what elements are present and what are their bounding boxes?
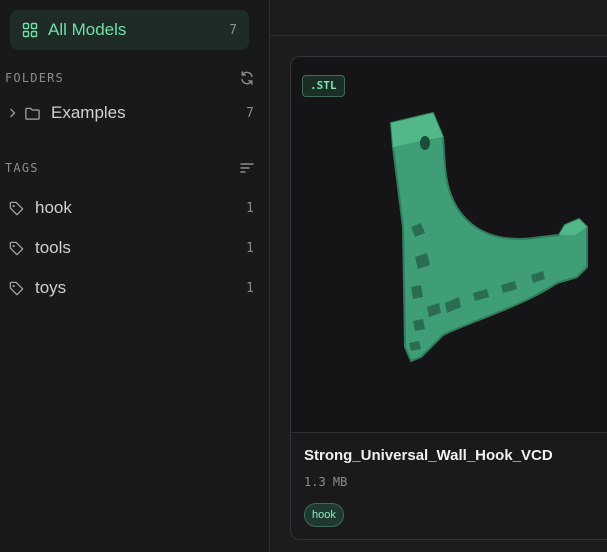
tag-item-count: 1 — [246, 200, 254, 216]
tag-item-label: tools — [35, 238, 71, 257]
tag-item-count: 1 — [246, 240, 254, 256]
folder-icon — [25, 107, 40, 120]
tag-icon — [9, 281, 24, 295]
all-models-label: All Models — [48, 20, 127, 39]
folder-item-count: 7 — [246, 105, 254, 121]
grid-icon — [22, 22, 38, 38]
folders-title: FOLDERS — [5, 71, 64, 85]
tag-item-hook[interactable]: hook 1 — [0, 192, 260, 224]
tag-icon — [9, 241, 24, 255]
app-window: All Models 7 FOLDERS Examples 7 TAGS hoo… — [0, 0, 607, 552]
model-preview[interactable]: .STL — [291, 57, 607, 433]
tags-title: TAGS — [5, 161, 39, 175]
model-file-size: 1.3 MB — [304, 475, 348, 489]
chevron-right-icon[interactable] — [8, 108, 18, 118]
folder-item-label: Examples — [51, 103, 126, 122]
tag-item-label: toys — [35, 278, 67, 297]
tag-item-tools[interactable]: tools 1 — [0, 232, 260, 264]
sidebar: All Models 7 FOLDERS Examples 7 TAGS hoo… — [0, 0, 270, 552]
model-thumbnail — [390, 112, 588, 362]
model-card[interactable]: .STL Strong_Universal_Wall_Hook_VCD 1.3 … — [290, 56, 607, 540]
tag-icon — [9, 201, 24, 215]
all-models-count: 7 — [229, 22, 237, 38]
folders-section-header: FOLDERS — [5, 68, 255, 88]
sort-icon[interactable] — [239, 160, 255, 176]
all-models-nav-item[interactable]: All Models 7 — [10, 10, 249, 50]
main-content: .STL Strong_Universal_Wall_Hook_VCD 1.3 … — [270, 0, 607, 552]
tag-item-count: 1 — [246, 280, 254, 296]
model-title[interactable]: Strong_Universal_Wall_Hook_VCD — [304, 447, 553, 464]
top-bar — [270, 0, 607, 36]
tag-item-toys[interactable]: toys 1 — [0, 272, 260, 304]
refresh-icon[interactable] — [239, 70, 255, 86]
tags-section-header: TAGS — [5, 158, 255, 178]
format-badge: .STL — [302, 75, 345, 97]
tag-item-label: hook — [35, 198, 72, 217]
folder-item-examples[interactable]: Examples 7 — [0, 97, 260, 129]
model-tag-pill[interactable]: hook — [304, 503, 344, 527]
